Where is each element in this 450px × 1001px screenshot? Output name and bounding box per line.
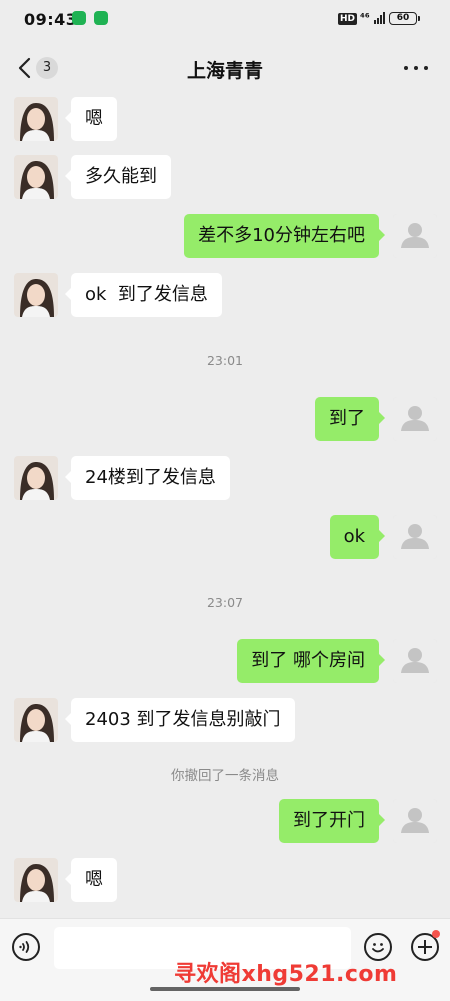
contact-avatar[interactable] xyxy=(14,273,58,317)
incoming-message-bubble[interactable]: 嗯 xyxy=(65,97,117,141)
incoming-message-bubble[interactable]: 24楼到了发信息 xyxy=(65,456,230,500)
message-row: 到了开门 xyxy=(0,799,450,843)
contact-avatar[interactable] xyxy=(14,456,58,500)
outgoing-message-bubble[interactable]: 到了开门 xyxy=(279,799,385,843)
contact-avatar[interactable] xyxy=(14,858,58,902)
message-row: 到了 xyxy=(0,397,450,441)
contact-avatar[interactable] xyxy=(14,698,58,742)
timestamp-divider: 23:07 xyxy=(206,595,244,610)
user-avatar[interactable] xyxy=(393,799,437,843)
message-row: 多久能到 xyxy=(0,155,450,199)
message-row: ok xyxy=(0,515,450,559)
message-row: 嗯 xyxy=(0,858,450,902)
message-row: 2403 到了发信息别敲门 xyxy=(0,698,450,742)
notification-dot xyxy=(432,930,440,938)
message-row: ok 到了发信息 xyxy=(0,273,450,317)
user-avatar[interactable] xyxy=(393,397,437,441)
outgoing-message-bubble[interactable]: 到了 哪个房间 xyxy=(237,639,385,683)
incoming-message-bubble[interactable]: 多久能到 xyxy=(65,155,171,199)
incoming-message-bubble[interactable]: 2403 到了发信息别敲门 xyxy=(65,698,295,742)
timestamp-divider: 23:01 xyxy=(206,353,244,368)
voice-input-icon[interactable] xyxy=(12,933,40,961)
message-row: 24楼到了发信息 xyxy=(0,456,450,500)
contact-avatar[interactable] xyxy=(14,155,58,199)
message-list: 嗯 多久能到 差不多10分钟左右吧 ok 到了发信息 23:01 到了 24楼到… xyxy=(0,0,450,1000)
watermark-text: 寻欢阁xhg521.com xyxy=(174,962,398,987)
contact-avatar[interactable] xyxy=(14,97,58,141)
home-indicator[interactable] xyxy=(150,987,300,991)
message-row: 差不多10分钟左右吧 xyxy=(0,214,450,258)
user-avatar[interactable] xyxy=(393,214,437,258)
user-avatar[interactable] xyxy=(393,639,437,683)
message-row: 到了 哪个房间 xyxy=(0,639,450,683)
incoming-message-bubble[interactable]: 嗯 xyxy=(65,858,117,902)
outgoing-message-bubble[interactable]: 差不多10分钟左右吧 xyxy=(184,214,385,258)
recall-notice: 你撤回了一条消息 xyxy=(171,768,279,784)
message-row: 嗯 xyxy=(0,97,450,141)
incoming-message-bubble[interactable]: ok 到了发信息 xyxy=(65,273,222,317)
user-avatar[interactable] xyxy=(393,515,437,559)
outgoing-message-bubble[interactable]: 到了 xyxy=(315,397,385,441)
outgoing-message-bubble[interactable]: ok xyxy=(329,515,386,559)
